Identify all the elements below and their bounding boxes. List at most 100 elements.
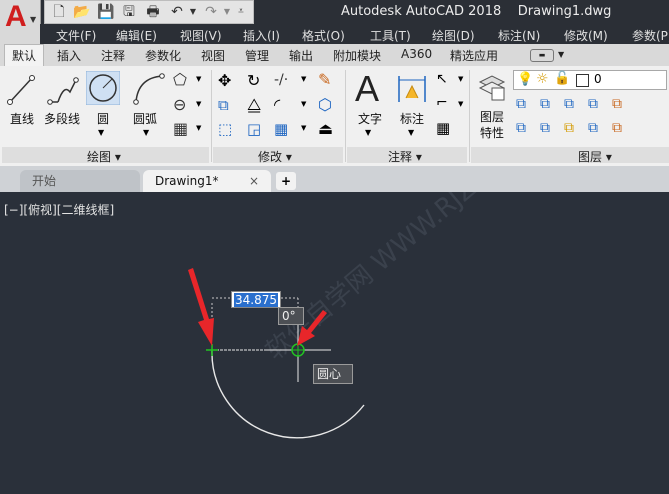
undo-icon[interactable]: ↶	[169, 4, 185, 20]
tab-a360[interactable]: A360	[401, 47, 432, 61]
trim-icon[interactable]: -/·	[274, 72, 288, 88]
table-icon[interactable]: ▦	[436, 119, 450, 137]
menu-format[interactable]: 格式(O)	[302, 27, 345, 44]
chevron-down-icon[interactable]: ▼	[558, 50, 564, 59]
chevron-down-icon[interactable]: ▼	[196, 75, 201, 83]
scale-icon[interactable]: ◲	[247, 120, 261, 138]
circle-tool-icon[interactable]	[86, 71, 120, 105]
chevron-down-icon[interactable]: ▼	[301, 100, 306, 108]
layer-unlock-icon[interactable]: ⧉	[588, 120, 598, 136]
menu-parameters[interactable]: 参数(P)	[632, 27, 669, 44]
erase-icon[interactable]: ✎	[318, 70, 331, 89]
chevron-down-icon[interactable]: ▼	[408, 128, 414, 137]
tab-insert[interactable]: 插入	[57, 47, 81, 64]
print-icon[interactable]: 🖶	[145, 4, 161, 20]
layer-on-icon[interactable]: ⧉	[516, 120, 526, 136]
menu-view[interactable]: 视图(V)	[180, 27, 222, 44]
tab-addins[interactable]: 附加模块	[333, 47, 381, 64]
new-file-icon[interactable]: 🗋	[51, 4, 67, 20]
ribbon-tab-bar: 默认 插入 注释 参数化 视图 管理 输出 附加模块 A360 精选应用 ▬ ▼	[0, 44, 669, 67]
explode-icon[interactable]: ⬡	[318, 95, 332, 114]
arc-tool-icon[interactable]	[132, 72, 166, 108]
hatch-icon[interactable]: ▦	[173, 119, 188, 138]
arc-tool-label: 圆弧	[133, 112, 158, 126]
text-tool-icon[interactable]: A	[355, 68, 379, 110]
modify-panel-title-text: 修改	[258, 150, 283, 164]
open-folder-icon[interactable]: 📂	[73, 4, 90, 20]
tab-manage[interactable]: 管理	[245, 47, 269, 64]
layer-unisolate-icon[interactable]: ⧉	[540, 120, 550, 136]
tab-drawing1-label: Drawing1*	[155, 174, 219, 188]
customize-icon[interactable]: ⩡	[233, 4, 249, 20]
array-icon[interactable]: ▦	[274, 120, 288, 138]
window-title: Autodesk AutoCAD 2018 Drawing1.dwg	[341, 4, 611, 19]
tab-parametric[interactable]: 参数化	[145, 47, 181, 64]
ellipse-icon[interactable]: ⊖	[173, 95, 186, 114]
leader-icon[interactable]: ↖	[436, 71, 448, 87]
fillet-icon[interactable]: ◜	[274, 95, 280, 114]
offset-icon[interactable]: ⏏	[318, 119, 333, 138]
menu-draw[interactable]: 绘图(D)	[432, 27, 475, 44]
menu-dimension[interactable]: 标注(N)	[498, 27, 540, 44]
tab-drawing1[interactable]: Drawing1* ×	[143, 170, 271, 192]
menu-modify[interactable]: 修改(M)	[564, 27, 608, 44]
multileader-icon[interactable]: ⌐	[436, 95, 448, 111]
ribbon-toggle-icon[interactable]: ▬	[530, 49, 554, 62]
tab-output[interactable]: 输出	[289, 47, 313, 64]
chevron-down-icon[interactable]: ▼	[301, 75, 306, 83]
chevron-down-icon[interactable]: ▼	[196, 100, 201, 108]
menu-file[interactable]: 文件(F)	[56, 27, 96, 44]
layer-thaw-icon[interactable]: ⧉	[564, 120, 574, 136]
menu-tools[interactable]: 工具(T)	[370, 27, 411, 44]
layer-match-icon[interactable]: ⧉	[612, 96, 622, 112]
tab-featured-apps[interactable]: 精选应用	[450, 47, 498, 64]
rotate-icon[interactable]: ↻	[247, 71, 260, 90]
tab-default[interactable]: 默认	[4, 44, 45, 67]
layer-change-icon[interactable]: ⧉	[612, 120, 622, 136]
layer-dropdown[interactable]: 💡 ☼ 🔓 0	[513, 70, 667, 90]
layer-off-icon[interactable]: ⧉	[516, 96, 526, 112]
layer-color-swatch	[576, 74, 589, 87]
chevron-down-icon[interactable]: ▼	[143, 128, 149, 137]
chevron-down-icon[interactable]: ▼	[185, 4, 201, 20]
chevron-down-icon[interactable]: ▼	[458, 100, 463, 108]
redo-icon[interactable]: ↷	[203, 4, 219, 20]
dynamic-input-field[interactable]: 34.875	[231, 291, 281, 308]
object-snap-tooltip: 圆心	[313, 364, 353, 384]
drawing-svg: 软件自学网 WWW.RJZXW.COM	[188, 192, 566, 439]
save-as-icon[interactable]: 🖫	[121, 4, 137, 20]
dynamic-input-value: 34.875	[234, 293, 278, 307]
polyline-tool-icon[interactable]	[46, 72, 80, 108]
save-icon[interactable]: 💾	[97, 4, 114, 20]
panel-divider	[469, 70, 470, 162]
mirror-icon[interactable]: ⧋	[247, 95, 261, 115]
layer-lock-icon[interactable]: ⧉	[588, 96, 598, 112]
layer-properties-label-1: 图层	[480, 110, 505, 124]
menu-bar: 文件(F) 编辑(E) 视图(V) 插入(I) 格式(O) 工具(T) 绘图(D…	[40, 24, 669, 44]
chevron-down-icon[interactable]: ▼	[458, 75, 463, 83]
new-tab-button[interactable]: +	[276, 172, 296, 190]
menu-edit[interactable]: 编辑(E)	[116, 27, 157, 44]
line-tool-icon[interactable]	[6, 72, 36, 108]
tab-start[interactable]: 开始	[20, 170, 140, 192]
chevron-down-icon[interactable]: ▼	[98, 128, 104, 137]
chevron-down-icon[interactable]: ▼	[365, 128, 371, 137]
chevron-down-icon[interactable]: ▼	[196, 124, 201, 132]
copy-icon[interactable]: ⧉	[218, 96, 229, 114]
quick-access-toolbar: 🗋 📂 💾 🖫 🖶 ↶ ▼ ↷ ▼ ⩡	[44, 0, 254, 24]
tab-view[interactable]: 视图	[201, 47, 225, 64]
tab-annotate[interactable]: 注释	[101, 47, 125, 64]
stretch-icon[interactable]: ⬚	[218, 120, 232, 138]
menu-insert[interactable]: 插入(I)	[243, 27, 280, 44]
move-icon[interactable]: ✥	[218, 71, 231, 90]
unlock-icon: 🔓	[554, 71, 571, 86]
application-menu-button[interactable]: A ▼	[0, 0, 41, 44]
layers-panel-title-bar[interactable]	[471, 147, 669, 163]
polygon-icon[interactable]: ⬠	[173, 70, 187, 89]
layer-properties-icon[interactable]	[478, 72, 506, 102]
close-icon[interactable]: ×	[249, 170, 259, 192]
layer-isolate-icon[interactable]: ⧉	[540, 96, 550, 112]
chevron-down-icon[interactable]: ▼	[301, 124, 306, 132]
dimension-tool-icon[interactable]	[396, 74, 428, 104]
layer-freeze-icon[interactable]: ⧉	[564, 96, 574, 112]
